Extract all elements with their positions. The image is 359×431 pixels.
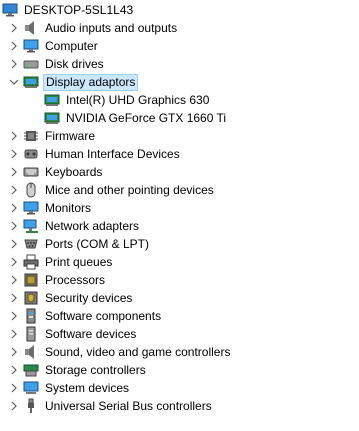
category-label: Network adapters (45, 219, 140, 233)
firmware-icon (23, 128, 39, 144)
chevron-right-icon[interactable] (5, 379, 23, 397)
chevron-right-icon[interactable] (5, 343, 23, 361)
category-label: Keyboards (45, 165, 103, 179)
chevron-right-icon[interactable] (5, 397, 23, 415)
category-label: Mice and other pointing devices (45, 183, 214, 197)
category-label: Sound, video and game controllers (45, 345, 231, 359)
category-label: Firmware (45, 129, 95, 143)
category-display-adaptors[interactable]: Display adaptors (5, 73, 139, 91)
category-universal-serial-bus-controllers[interactable]: Universal Serial Bus controllers (5, 397, 214, 415)
chevron-right-icon[interactable] (5, 55, 23, 73)
category-label: Display adaptors (43, 73, 139, 91)
chevron-right-icon[interactable] (5, 145, 23, 163)
device-label: NVIDIA GeForce GTX 1660 Ti (66, 111, 227, 125)
category-security-devices[interactable]: Security devices (5, 289, 134, 307)
chevron-right-icon[interactable] (5, 163, 23, 181)
chevron-right-icon[interactable] (5, 289, 23, 307)
category-computer[interactable]: Computer (5, 37, 100, 55)
device-label: Intel(R) UHD Graphics 630 (66, 93, 210, 107)
speaker-icon (23, 344, 39, 360)
chevron-right-icon[interactable] (5, 127, 23, 145)
chevron-down-icon[interactable] (5, 73, 23, 91)
category-label: Software devices (45, 327, 137, 341)
chevron-right-icon[interactable] (5, 19, 23, 37)
device-nvidia-geforce-gtx-1660-ti[interactable]: NVIDIA GeForce GTX 1660 Ti (44, 109, 228, 127)
hid-icon (23, 146, 39, 162)
category-keyboards[interactable]: Keyboards (5, 163, 104, 181)
category-storage-controllers[interactable]: Storage controllers (5, 361, 148, 379)
category-mice-and-other-pointing-devices[interactable]: Mice and other pointing devices (5, 181, 216, 199)
monitor-icon (23, 200, 39, 216)
tree-root[interactable]: DESKTOP-5SL1L43 (2, 1, 135, 19)
category-label: Universal Serial Bus controllers (45, 399, 212, 413)
software-component-icon (23, 308, 39, 324)
display-adapter-icon (44, 92, 60, 108)
security-device-icon (23, 290, 39, 306)
chevron-right-icon[interactable] (5, 181, 23, 199)
category-audio-inputs-and-outputs[interactable]: Audio inputs and outputs (5, 19, 179, 37)
speaker-icon (23, 20, 39, 36)
category-label: System devices (45, 381, 130, 395)
chevron-right-icon[interactable] (5, 37, 23, 55)
category-label: Audio inputs and outputs (45, 21, 178, 35)
system-device-icon (23, 380, 39, 396)
tree-root-label: DESKTOP-5SL1L43 (24, 3, 134, 17)
category-label: Human Interface Devices (45, 147, 180, 161)
category-label: Security devices (45, 291, 133, 305)
category-label: Ports (COM & LPT) (45, 237, 150, 251)
storage-controller-icon (23, 362, 39, 378)
keyboard-icon (23, 164, 39, 180)
category-label: Monitors (45, 201, 92, 215)
computer-monitor-icon (2, 2, 18, 18)
category-label: Print queues (45, 255, 113, 269)
computer-icon (23, 38, 39, 54)
category-ports-com-lpt[interactable]: Ports (COM & LPT) (5, 235, 151, 253)
display-adapter-icon (44, 110, 60, 126)
category-print-queues[interactable]: Print queues (5, 253, 114, 271)
usb-icon (23, 398, 39, 414)
category-software-devices[interactable]: Software devices (5, 325, 138, 343)
category-label: Storage controllers (45, 363, 146, 377)
category-system-devices[interactable]: System devices (5, 379, 131, 397)
device-intel-uhd-graphics-630[interactable]: Intel(R) UHD Graphics 630 (44, 91, 211, 109)
chevron-right-icon[interactable] (5, 307, 23, 325)
category-label: Processors (45, 273, 106, 287)
category-software-components[interactable]: Software components (5, 307, 163, 325)
category-label: Computer (45, 39, 98, 53)
category-sound-video-and-game-controllers[interactable]: Sound, video and game controllers (5, 343, 232, 361)
chevron-right-icon[interactable] (5, 271, 23, 289)
network-adapter-icon (23, 218, 39, 234)
device-manager-tree: DESKTOP-5SL1L43 Audio inputs and outputs… (0, 0, 359, 431)
mouse-icon (23, 182, 39, 198)
category-firmware[interactable]: Firmware (5, 127, 97, 145)
display-adapter-icon (23, 74, 39, 90)
chevron-right-icon[interactable] (5, 325, 23, 343)
chevron-right-icon[interactable] (5, 253, 23, 271)
chevron-right-icon[interactable] (5, 361, 23, 379)
category-label: Disk drives (45, 57, 104, 71)
category-disk-drives[interactable]: Disk drives (5, 55, 106, 73)
printer-icon (23, 254, 39, 270)
disk-drive-icon (23, 56, 39, 72)
category-label: Software components (45, 309, 162, 323)
category-network-adapters[interactable]: Network adapters (5, 217, 141, 235)
chevron-right-icon[interactable] (5, 199, 23, 217)
software-device-icon (23, 326, 39, 342)
category-monitors[interactable]: Monitors (5, 199, 93, 217)
port-icon (23, 236, 39, 252)
processor-icon (23, 272, 39, 288)
chevron-right-icon[interactable] (5, 235, 23, 253)
category-processors[interactable]: Processors (5, 271, 107, 289)
chevron-right-icon[interactable] (5, 217, 23, 235)
category-human-interface-devices[interactable]: Human Interface Devices (5, 145, 182, 163)
